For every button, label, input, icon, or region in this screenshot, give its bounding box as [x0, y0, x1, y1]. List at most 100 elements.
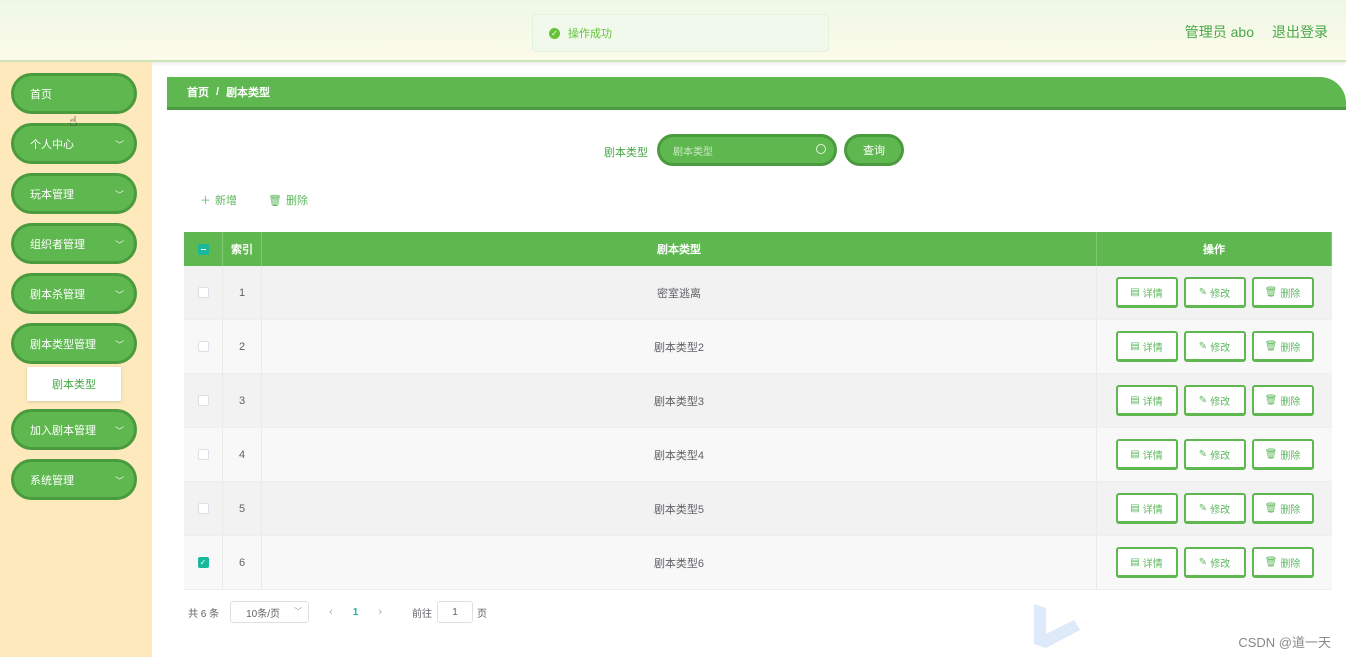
row-checkbox[interactable]: ✓: [197, 557, 209, 568]
pencil-icon: ✎: [1198, 286, 1208, 298]
add-button[interactable]: ＋ 新增: [200, 192, 237, 208]
trash-icon: 🗑: [1264, 502, 1278, 514]
sidebar-item-script-type-management[interactable]: 剧本类型管理 ﹀: [11, 323, 137, 364]
delete-button-label: 删除: [285, 195, 308, 207]
row-checkbox[interactable]: [197, 503, 209, 514]
table-body: 1 密室逃离 ▤ 详情 ✎ 修改 🗑 删除 2 剧本类型2 ▤ 详情 ✎ 修改 🗑 删除 3…: [184, 266, 1332, 590]
header-index: 索引: [223, 232, 262, 266]
delete-label: 删除: [1280, 504, 1301, 516]
detail-label: 详情: [1142, 288, 1163, 300]
goto-page-input[interactable]: 1: [437, 601, 474, 623]
page-number-current[interactable]: 1: [353, 607, 359, 618]
delete-button[interactable]: 🗑 删除: [1251, 385, 1314, 416]
edit-button[interactable]: ✎ 修改: [1183, 493, 1246, 524]
sidebar-subitem-script-type[interactable]: 剧本类型: [27, 367, 121, 401]
header-type: 剧本类型: [262, 232, 1097, 266]
row-checkbox[interactable]: [197, 449, 209, 460]
sidebar-item-organizer-management[interactable]: 组织者管理 ﹀: [11, 223, 137, 264]
trash-icon: 🗑: [1264, 556, 1278, 568]
detail-button[interactable]: ▤ 详情: [1115, 331, 1178, 362]
delete-label: 删除: [1280, 342, 1301, 354]
row-checkbox[interactable]: [197, 395, 209, 406]
edit-button[interactable]: ✎ 修改: [1183, 277, 1246, 308]
plus-icon: ＋: [200, 195, 211, 207]
pagination: 共 6 条 10条/页 ﹀ ‹ 1 › 前往 1 页: [188, 601, 487, 623]
row-ops: ▤ 详情 ✎ 修改 🗑 删除: [1097, 482, 1332, 535]
row-checkbox-cell: [184, 482, 223, 535]
trash-icon: 🗑: [1264, 340, 1278, 352]
table-row: 1 密室逃离 ▤ 详情 ✎ 修改 🗑 删除: [184, 266, 1332, 320]
delete-label: 删除: [1280, 450, 1301, 462]
table-row: 3 剧本类型3 ▤ 详情 ✎ 修改 🗑 删除: [184, 374, 1332, 428]
trash-icon: 🗑: [1264, 448, 1278, 460]
row-ops: ▤ 详情 ✎ 修改 🗑 删除: [1097, 536, 1332, 589]
trash-icon: 🗑: [268, 194, 282, 207]
delete-label: 删除: [1280, 396, 1301, 408]
edit-button[interactable]: ✎ 修改: [1183, 331, 1246, 362]
next-page-button[interactable]: ›: [378, 606, 382, 618]
delete-button[interactable]: 🗑 删除: [1251, 277, 1314, 308]
document-icon: ▤: [1130, 448, 1140, 460]
detail-button[interactable]: ▤ 详情: [1115, 547, 1178, 578]
sidebar-item-label: 组织者管理: [30, 238, 85, 251]
edit-button[interactable]: ✎ 修改: [1183, 547, 1246, 578]
batch-delete-button[interactable]: 🗑 删除: [268, 192, 308, 208]
logout-link[interactable]: 退出登录: [1272, 22, 1328, 42]
sidebar-subitem-label: 剧本类型: [52, 379, 96, 391]
sidebar-item-system-management[interactable]: 系统管理 ﹀: [11, 459, 137, 500]
delete-button[interactable]: 🗑 删除: [1251, 547, 1314, 578]
edit-label: 修改: [1210, 504, 1231, 516]
table-row: 5 剧本类型5 ▤ 详情 ✎ 修改 🗑 删除: [184, 482, 1332, 536]
delete-button[interactable]: 🗑 删除: [1251, 331, 1314, 362]
header-user-area: 管理员 abo 退出登录: [1185, 22, 1328, 42]
delete-label: 删除: [1280, 558, 1301, 570]
sidebar-item-label: 系统管理: [30, 474, 74, 487]
sidebar-item-player-management[interactable]: 玩本管理 ﹀: [11, 173, 137, 214]
delete-label: 删除: [1280, 288, 1301, 300]
row-index: 6: [223, 536, 262, 589]
edit-button[interactable]: ✎ 修改: [1183, 439, 1246, 470]
row-checkbox[interactable]: [197, 287, 209, 298]
document-icon: ▤: [1130, 286, 1140, 298]
page-size-select[interactable]: 10条/页 ﹀: [230, 601, 310, 623]
pencil-icon: ✎: [1198, 394, 1208, 406]
delete-button[interactable]: 🗑 删除: [1251, 439, 1314, 470]
sidebar-item-label: 个人中心: [30, 138, 74, 151]
pencil-icon: ✎: [1198, 556, 1208, 568]
select-all-checkbox[interactable]: [197, 243, 209, 255]
query-button[interactable]: 查询: [844, 134, 904, 166]
sidebar-item-join-script-management[interactable]: 加入剧本管理 ﹀: [11, 409, 137, 450]
document-icon: ▤: [1130, 556, 1140, 568]
row-index: 2: [223, 320, 262, 373]
success-toast: ✓ 操作成功: [532, 14, 829, 52]
breadcrumb-home[interactable]: 首页: [187, 84, 209, 100]
sidebar: 首页 个人中心 ﹀ 玩本管理 ﹀ 组织者管理 ﹀ 剧本杀管理 ﹀ 剧本类型管理 …: [0, 62, 152, 657]
sidebar-item-home[interactable]: 首页: [11, 73, 137, 114]
sidebar-item-script-management[interactable]: 剧本杀管理 ﹀: [11, 273, 137, 314]
row-ops: ▤ 详情 ✎ 修改 🗑 删除: [1097, 266, 1332, 319]
row-type: 密室逃离: [262, 266, 1097, 319]
detail-button[interactable]: ▤ 详情: [1115, 493, 1178, 524]
chevron-down-icon: ﹀: [114, 190, 124, 200]
chevron-down-icon: ﹀: [114, 240, 124, 250]
row-ops: ▤ 详情 ✎ 修改 🗑 删除: [1097, 320, 1332, 373]
chevron-down-icon: ﹀: [114, 140, 124, 150]
detail-button[interactable]: ▤ 详情: [1115, 439, 1178, 470]
delete-button[interactable]: 🗑 删除: [1251, 493, 1314, 524]
row-checkbox-cell: [184, 374, 223, 427]
row-checkbox-cell: ✓: [184, 536, 223, 589]
detail-label: 详情: [1142, 558, 1163, 570]
row-type: 剧本类型4: [262, 428, 1097, 481]
script-type-table: 索引 剧本类型 操作 1 密室逃离 ▤ 详情 ✎ 修改 🗑 删除 2 剧本类型2 ▤ 详…: [184, 232, 1332, 590]
detail-button[interactable]: ▤ 详情: [1115, 277, 1178, 308]
prev-page-button[interactable]: ‹: [329, 606, 333, 618]
pencil-icon: ✎: [1198, 448, 1208, 460]
hand-cursor-icon: ☝: [69, 113, 78, 129]
search-input[interactable]: 剧本类型: [657, 134, 837, 166]
row-checkbox[interactable]: [197, 341, 209, 352]
detail-button[interactable]: ▤ 详情: [1115, 385, 1178, 416]
sidebar-item-label: 剧本杀管理: [30, 288, 85, 301]
page-size-value: 10条/页: [246, 608, 281, 620]
chevron-down-icon: ﹀: [114, 340, 124, 350]
edit-button[interactable]: ✎ 修改: [1183, 385, 1246, 416]
